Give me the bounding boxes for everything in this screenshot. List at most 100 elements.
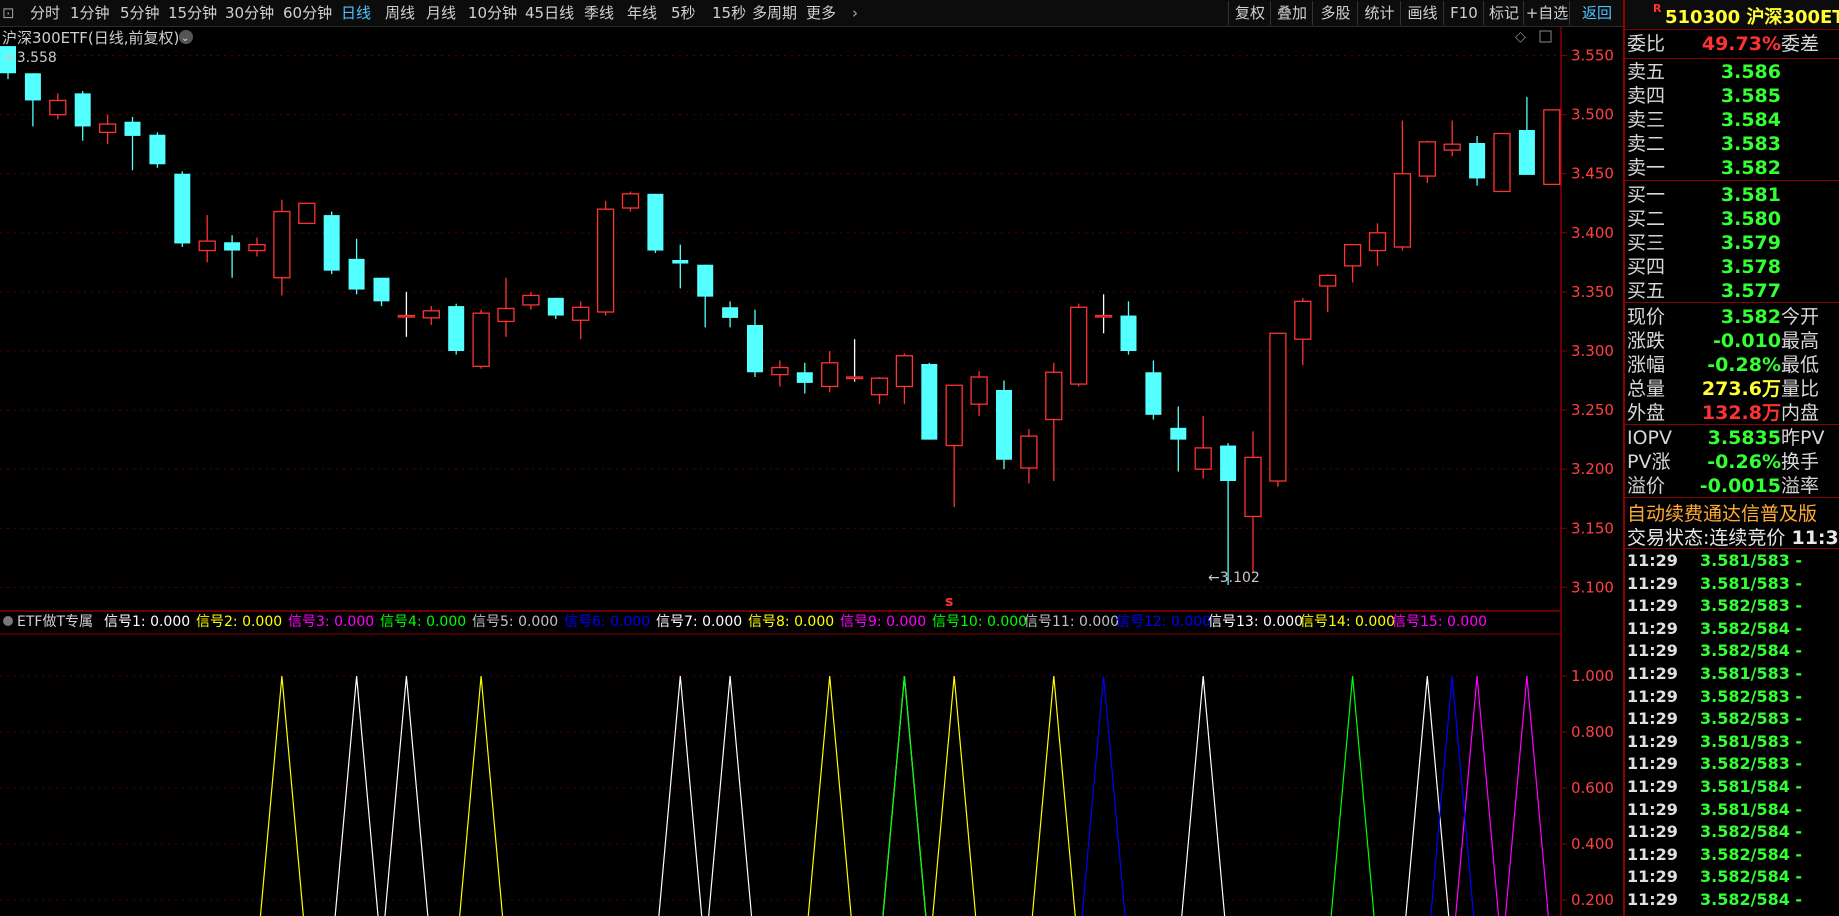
candle bbox=[1319, 274, 1337, 312]
toolbar-action-8[interactable]: 返回 bbox=[1569, 1, 1624, 25]
tick-time: 11:29 bbox=[1627, 709, 1678, 729]
tick-time: 11:29 bbox=[1627, 573, 1678, 593]
period-6[interactable]: 日线 bbox=[341, 0, 371, 26]
candle-body bbox=[323, 215, 340, 271]
tick-price: 3.582/583 - bbox=[1700, 709, 1803, 729]
tick-row: 11:29 3.582/583 - bbox=[1625, 595, 1839, 617]
signal-pulse bbox=[334, 675, 379, 916]
candle-body bbox=[1244, 456, 1262, 518]
stat-row: 总量 273.6万 量比 bbox=[1625, 377, 1839, 401]
signal-label: 信号12: 0.000 bbox=[1116, 614, 1211, 630]
period-4[interactable]: 30分钟 bbox=[225, 0, 274, 26]
toolbar-action-1[interactable]: 叠加 bbox=[1270, 1, 1313, 25]
toolbar-action-0[interactable]: 复权 bbox=[1228, 1, 1271, 25]
period-11[interactable]: 季线 bbox=[584, 0, 614, 26]
candle bbox=[124, 117, 141, 171]
toolbar-action-7[interactable]: +自选 bbox=[1523, 1, 1570, 25]
candle-body bbox=[1094, 314, 1113, 318]
candle bbox=[697, 264, 714, 328]
candle bbox=[771, 360, 789, 387]
candle bbox=[870, 377, 889, 405]
candle bbox=[522, 291, 540, 310]
bid-row-label: 买五 bbox=[1627, 280, 1666, 302]
stat-row-label: 总量 bbox=[1627, 378, 1666, 400]
period-13[interactable]: 5秒 bbox=[671, 0, 696, 26]
toolbar-action-6[interactable]: 标记 bbox=[1483, 1, 1524, 25]
period-0[interactable]: 分时 bbox=[30, 0, 60, 26]
indicator-options-icon[interactable] bbox=[3, 616, 13, 626]
tick-price: 3.582/583 - bbox=[1700, 754, 1803, 774]
ad-banner[interactable]: 自动续费通达信普及版 bbox=[1627, 499, 1817, 526]
tick-price: 3.581/583 - bbox=[1700, 664, 1803, 683]
period-15[interactable]: 多周期 bbox=[752, 0, 797, 26]
candle bbox=[845, 339, 864, 382]
weibi-right: 委差 bbox=[1781, 33, 1820, 55]
candle bbox=[1418, 140, 1436, 184]
candle-body bbox=[49, 99, 67, 116]
weibi-value: 49.73% bbox=[1701, 33, 1781, 55]
tick-time: 11:29 bbox=[1627, 618, 1678, 638]
toolbar-action-3[interactable]: 统计 bbox=[1357, 1, 1401, 25]
period-16[interactable]: 更多 bbox=[806, 0, 836, 26]
candle-body bbox=[422, 310, 440, 319]
bid-row-value: 3.577 bbox=[1720, 280, 1781, 302]
candle bbox=[98, 114, 117, 145]
signal-label: 信号13: 0.000 bbox=[1208, 614, 1303, 630]
candle-body bbox=[497, 307, 515, 323]
tick-time: 11:29 bbox=[1627, 867, 1678, 887]
diamond-icon[interactable]: ◇ bbox=[1515, 29, 1526, 45]
candle bbox=[996, 380, 1012, 470]
candle-body bbox=[1418, 141, 1436, 177]
ask-row-label: 卖二 bbox=[1627, 133, 1666, 155]
tick-price: 3.582/584 - bbox=[1700, 844, 1803, 864]
candle bbox=[49, 93, 67, 120]
price-axis-labels: 3.550 3.500 3.450 3.400 3.350 3.300 3.250 3.200… bbox=[1571, 47, 1614, 597]
tick-row: 11:29 3.582/584 - bbox=[1625, 618, 1839, 640]
period-1[interactable]: 1分钟 bbox=[70, 0, 110, 26]
period-10[interactable]: 45日线 bbox=[525, 0, 574, 26]
period-9[interactable]: 10分钟 bbox=[468, 0, 517, 26]
candle-body bbox=[1343, 243, 1362, 267]
signal-pulse bbox=[384, 675, 429, 916]
more-chevron-icon[interactable]: › bbox=[852, 0, 858, 26]
ask-row: 卖四 3.585 bbox=[1625, 84, 1839, 108]
indicator-tick-label: 0.200 bbox=[1571, 891, 1614, 909]
price-tick-label: 3.300 bbox=[1571, 342, 1614, 360]
candle-body bbox=[1194, 447, 1212, 470]
period-8[interactable]: 月线 bbox=[426, 0, 456, 26]
indicator-grid bbox=[0, 675, 1567, 901]
price-tick-label: 3.350 bbox=[1571, 283, 1614, 301]
candle bbox=[1493, 132, 1511, 193]
candle bbox=[1170, 406, 1187, 472]
toolbar-action-5[interactable]: F10 bbox=[1443, 1, 1484, 25]
toolbar-action-4[interactable]: 画线 bbox=[1400, 1, 1444, 25]
candle-body bbox=[647, 193, 664, 251]
candle-body bbox=[1170, 427, 1187, 440]
candle-body bbox=[1145, 372, 1162, 415]
window-toggle-icon[interactable] bbox=[1539, 30, 1552, 43]
candle bbox=[722, 301, 739, 328]
trade-status-time: 11:30 bbox=[1791, 527, 1839, 549]
candle bbox=[149, 132, 166, 168]
tick-price: 3.582/583 - bbox=[1700, 596, 1803, 616]
signal-pulse bbox=[1031, 675, 1076, 916]
period-3[interactable]: 15分钟 bbox=[168, 0, 217, 26]
signal-label: 信号5: 0.000 bbox=[472, 614, 558, 630]
ask-row-value: 3.584 bbox=[1720, 109, 1781, 131]
toolbar-action-2[interactable]: 多股 bbox=[1312, 1, 1358, 25]
period-12[interactable]: 年线 bbox=[627, 0, 657, 26]
chart-canvas[interactable]: 3.550 3.500 3.450 3.400 3.350 3.300 3.250 3.200… bbox=[0, 26, 1623, 916]
period-2[interactable]: 5分钟 bbox=[120, 0, 160, 26]
candle-body bbox=[1319, 274, 1337, 287]
period-7[interactable]: 周线 bbox=[385, 0, 415, 26]
candle bbox=[323, 211, 340, 275]
candle-body bbox=[821, 362, 839, 388]
period-5[interactable]: 60分钟 bbox=[283, 0, 332, 26]
period-14[interactable]: 15秒 bbox=[712, 0, 746, 26]
toolbar-menu-icon[interactable]: ⊡ bbox=[2, 0, 15, 26]
ask-row: 卖二 3.583 bbox=[1625, 132, 1839, 156]
candle-body bbox=[149, 134, 166, 165]
candle-body bbox=[1070, 306, 1088, 385]
iopv-row-right: 换手 bbox=[1781, 451, 1820, 473]
candle bbox=[1244, 431, 1262, 574]
